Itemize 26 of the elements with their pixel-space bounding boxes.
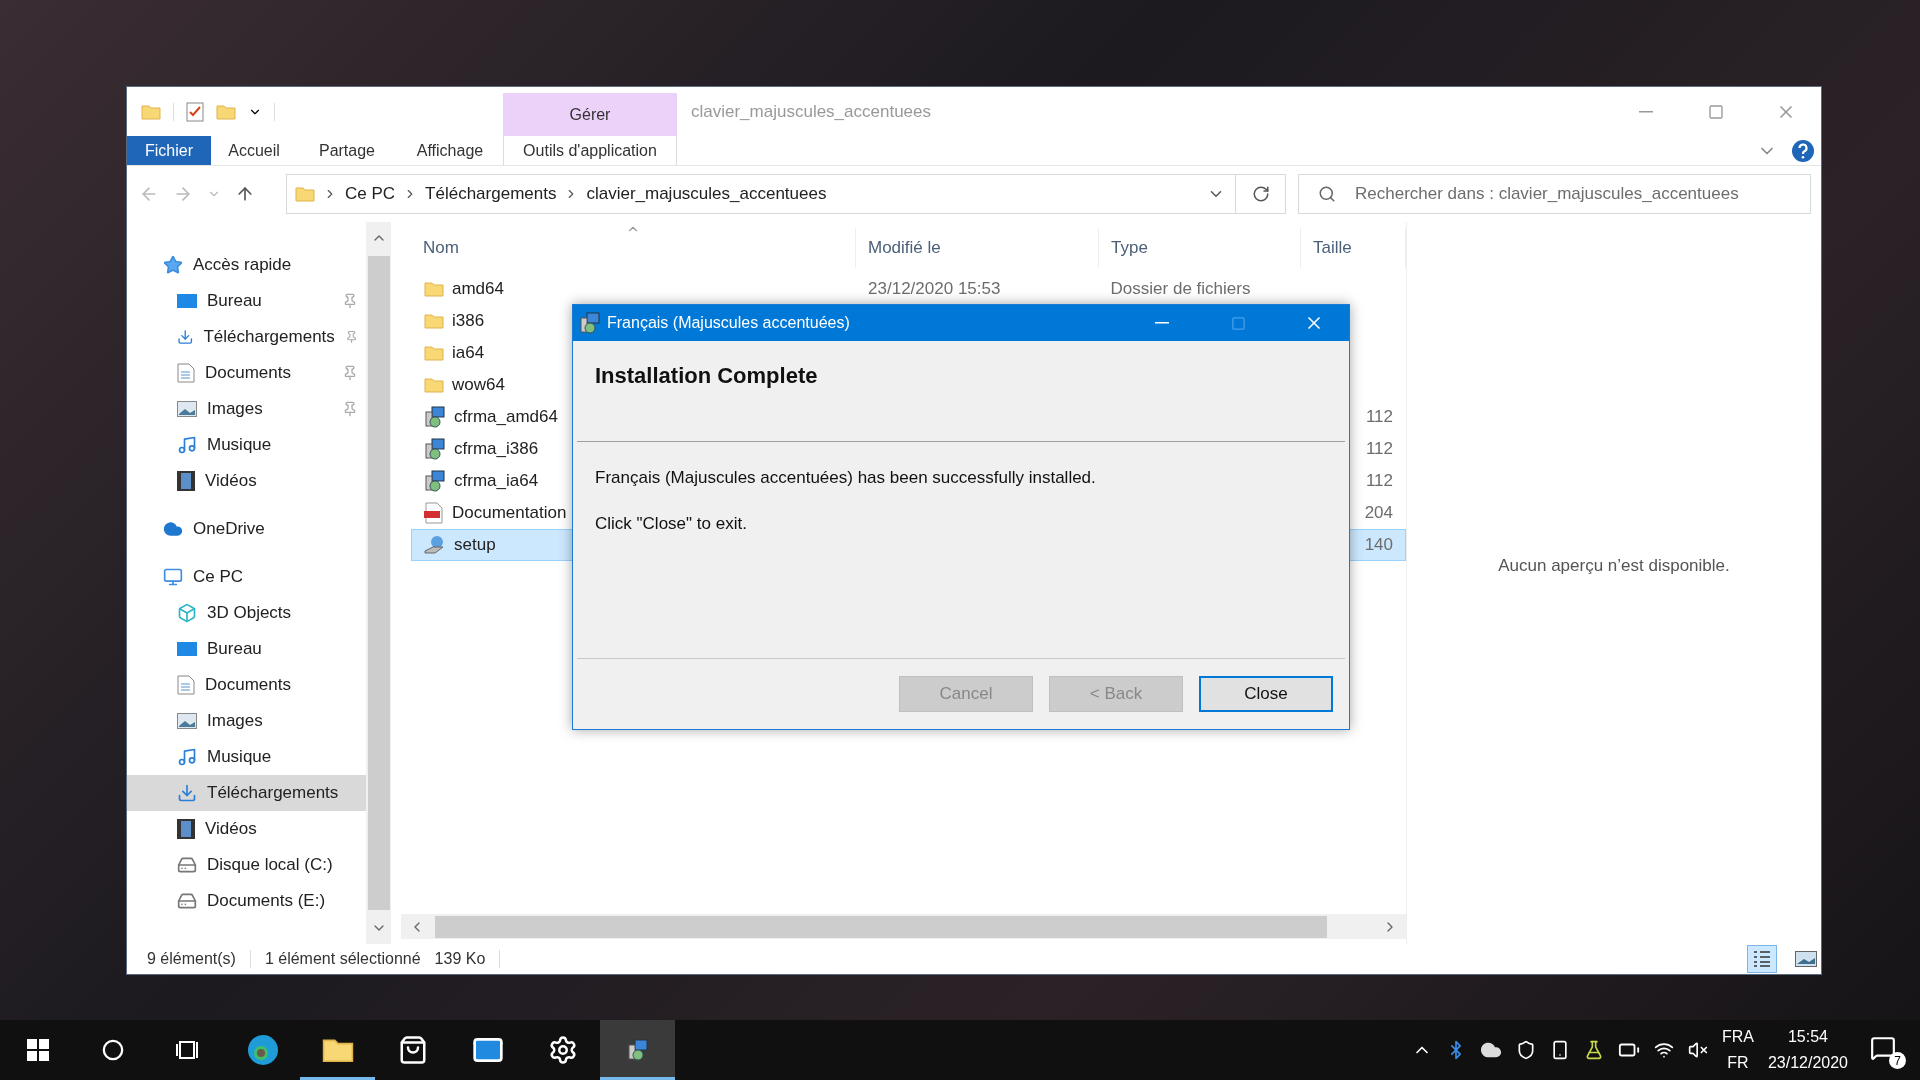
table-cell: 112: [1365, 471, 1393, 491]
file-name: cfrma_i386: [454, 439, 539, 459]
table-cell: 112: [1365, 407, 1393, 427]
file-name: cfrma_amd64: [454, 407, 558, 427]
file-name: Documentation: [452, 503, 567, 523]
file-name: wow64: [452, 375, 505, 395]
dialog-heading: Installation Complete: [577, 341, 1345, 442]
dialog-message: Français (Majuscules accentuées) has been successfully installed.: [595, 468, 1096, 488]
file-name: ia64: [452, 343, 485, 363]
table-cell: 204: [1364, 503, 1393, 523]
item-count: 9 élément(s): [147, 950, 236, 968]
file-name: setup: [454, 535, 496, 555]
dialog-title: Français (Majuscules accentuées): [607, 314, 851, 332]
file-name: amd64: [452, 279, 504, 299]
table-cell: 112: [1365, 439, 1393, 459]
dialog-hint: Click "Close" to exit.: [595, 514, 747, 534]
notification-count-badge: 7: [1889, 1052, 1906, 1069]
table-cell: Dossier de fichiers: [1110, 279, 1251, 299]
preview-message: Aucun aperçu n’est disponible.: [1498, 555, 1730, 576]
window-title: clavier_majuscules_accentuees: [690, 100, 933, 123]
selection-size: 139 Ko: [434, 950, 486, 968]
file-name: cfrma_ia64: [454, 471, 539, 491]
file-name: i386: [452, 311, 485, 331]
selection-info: 1 élément sélectionné: [264, 950, 421, 968]
table-cell: 23/12/2020 15:53: [868, 279, 1001, 299]
table-cell: 140: [1364, 535, 1393, 555]
